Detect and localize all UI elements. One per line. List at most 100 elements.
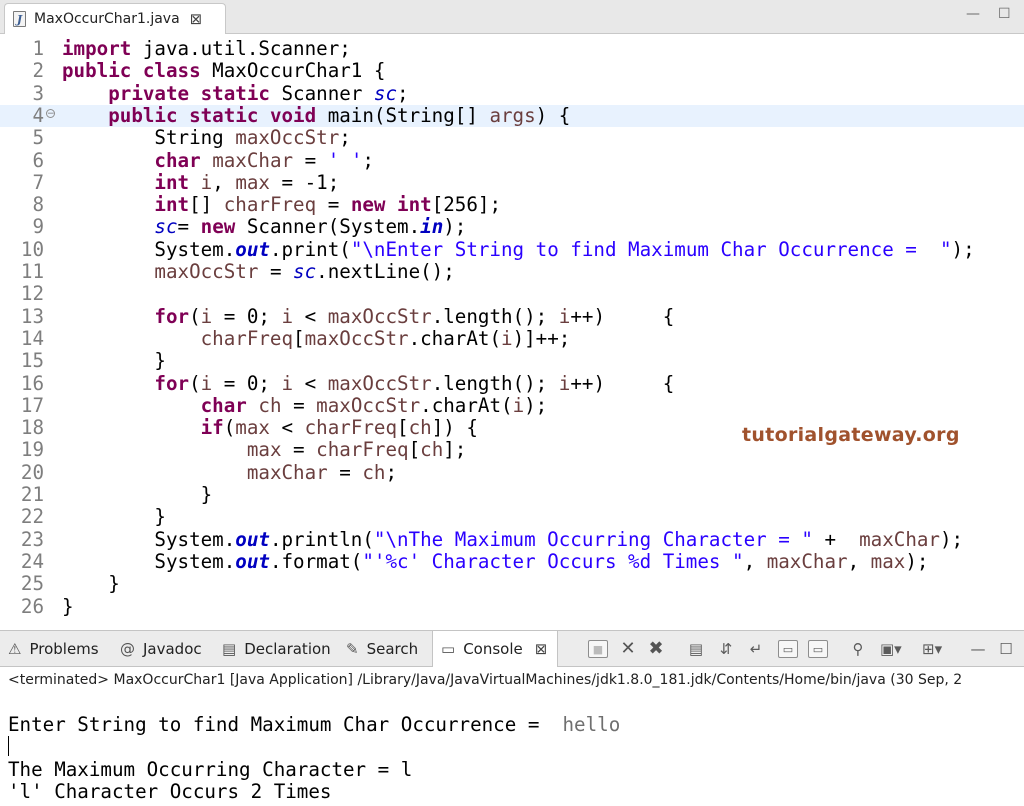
- code-line[interactable]: 6 char maxChar = ' ';: [0, 148, 1024, 172]
- code-line[interactable]: 15 }: [0, 349, 1024, 373]
- line-number: 12: [20, 282, 44, 306]
- collapse-fold-icon[interactable]: −: [46, 108, 55, 118]
- scroll-lock-icon[interactable]: ⇵: [716, 640, 736, 658]
- remove-launch-icon[interactable]: ✕: [618, 640, 638, 658]
- line-number: 15: [20, 349, 44, 373]
- code-line[interactable]: 12: [0, 282, 1024, 306]
- line-number: 17: [20, 393, 44, 417]
- console-icon: ▭: [441, 640, 456, 658]
- code-text: System.out.format("'%c' Character Occurs…: [62, 549, 929, 573]
- line-number: 8: [32, 193, 44, 217]
- code-text: maxOccStr = sc.nextLine();: [154, 260, 455, 283]
- line-number: 5: [32, 126, 44, 150]
- console-user-input: hello: [562, 713, 621, 736]
- line-number: 16: [20, 371, 44, 395]
- editor-tab-maxoccurchar1[interactable]: J MaxOccurChar1.java ⊠: [4, 3, 226, 34]
- show-console-stderr-icon[interactable]: ▭: [808, 640, 828, 658]
- line-number: 26: [20, 594, 44, 618]
- tab-javadoc[interactable]: @ Javadoc: [120, 631, 202, 667]
- code-text: System.out.print("\nEnter String to find…: [62, 237, 975, 261]
- code-line[interactable]: 3 private static Scanner sc;: [0, 81, 1024, 105]
- code-text: System.out.println("\nThe Maximum Occurr…: [62, 527, 964, 551]
- code-line[interactable]: 10 System.out.print("\nEnter String to f…: [0, 237, 1024, 261]
- show-console-stdout-icon[interactable]: ▭: [778, 640, 798, 658]
- code-text: }: [62, 572, 120, 596]
- code-line[interactable]: 7 int i, max = -1;: [0, 170, 1024, 194]
- line-number: 21: [20, 483, 44, 506]
- line-number: 20: [20, 460, 44, 484]
- console-prompt: Enter String to find Maximum Char Occurr…: [8, 713, 563, 736]
- code-line[interactable]: 20 maxChar = ch;: [0, 460, 1024, 484]
- javadoc-icon: @: [120, 640, 135, 658]
- code-line[interactable]: 25 }: [0, 572, 1024, 596]
- code-text: }: [62, 349, 166, 373]
- code-line[interactable]: 1 import java.util.Scanner;: [0, 37, 1024, 60]
- maximize-icon[interactable]: ☐: [998, 6, 1011, 22]
- declaration-icon: ▤: [222, 640, 237, 658]
- code-line[interactable]: 8 int[] charFreq = new int[256];: [0, 193, 1024, 217]
- line-number: 10: [20, 237, 44, 261]
- display-selected-console-icon[interactable]: ▣▾: [880, 640, 902, 658]
- code-text: }: [62, 483, 213, 506]
- code-line[interactable]: 13 for(i = 0; i < maxOccStr.length(); i+…: [0, 304, 1024, 328]
- tab-javadoc-label: Javadoc: [143, 640, 202, 658]
- code-text: }: [62, 505, 166, 529]
- code-line[interactable]: 24 System.out.format("'%c' Character Occ…: [0, 549, 1024, 573]
- tab-declaration-label: Declaration: [244, 640, 331, 658]
- code-line[interactable]: 23 System.out.println("\nThe Maximum Occ…: [0, 527, 1024, 551]
- search-flashlight-icon: ✎: [346, 640, 359, 658]
- open-console-icon[interactable]: ⊞▾: [922, 640, 942, 658]
- code-text: max = charFreq[ch];: [246, 438, 467, 462]
- pin-console-icon[interactable]: ⚲: [848, 640, 868, 658]
- word-wrap-icon[interactable]: ↵: [746, 640, 766, 658]
- line-number: 18: [20, 416, 44, 440]
- tab-problems-label: Problems: [29, 640, 99, 658]
- code-line[interactable]: 17 char ch = maxOccStr.charAt(i);: [0, 393, 1024, 417]
- code-text: if(max < charFreq[ch]) {: [200, 416, 478, 440]
- code-line[interactable]: 16 for(i = 0; i < maxOccStr.length(); i+…: [0, 371, 1024, 395]
- line-number: 14: [20, 326, 44, 350]
- minimize-icon[interactable]: —: [966, 6, 980, 22]
- console-output[interactable]: Enter String to find Maximum Char Occurr…: [0, 692, 1024, 806]
- code-editor[interactable]: 1 import java.util.Scanner; 2 public class …: [0, 34, 1024, 626]
- code-text: for(i = 0; i < maxOccStr.length(); i++) …: [154, 304, 675, 328]
- code-line[interactable]: 4− public static void main(String[] args…: [0, 104, 1024, 128]
- editor-tab-label: MaxOccurChar1.java: [34, 11, 180, 27]
- code-line[interactable]: 5 String maxOccStr;: [0, 126, 1024, 150]
- console-count-line: 'l' Character Occurs 2 Times: [8, 780, 332, 803]
- maximize-view-icon[interactable]: ☐: [996, 640, 1016, 658]
- remove-all-terminated-icon[interactable]: ✖: [646, 640, 666, 658]
- line-number: 3: [32, 81, 44, 105]
- line-number: 22: [20, 505, 44, 529]
- code-line[interactable]: 26}: [0, 594, 1024, 618]
- code-text: charFreq[maxOccStr.charAt(i)]++;: [200, 326, 571, 350]
- minimize-view-icon[interactable]: —: [968, 640, 988, 658]
- tab-search-label: Search: [366, 640, 419, 658]
- code-text: import java.util.Scanner;: [62, 37, 351, 60]
- code-line[interactable]: 22 }: [0, 505, 1024, 529]
- tab-problems[interactable]: ⚠ Problems: [8, 631, 99, 667]
- line-number: 23: [20, 527, 44, 551]
- code-line[interactable]: 2 public class MaxOccurChar1 {: [0, 59, 1024, 82]
- tab-console-label: Console: [463, 640, 523, 658]
- code-text: int i, max = -1;: [154, 170, 340, 194]
- code-line[interactable]: 21 }: [0, 483, 1024, 506]
- code-text: char ch = maxOccStr.charAt(i);: [200, 393, 548, 417]
- terminate-icon[interactable]: ■: [588, 640, 608, 658]
- code-line[interactable]: 11 maxOccStr = sc.nextLine();: [0, 260, 1024, 283]
- tab-console[interactable]: ▭ Console ⊠: [432, 631, 558, 667]
- code-text: int[] charFreq = new int[256];: [154, 193, 501, 217]
- tab-declaration[interactable]: ▤ Declaration: [222, 631, 331, 667]
- code-line[interactable]: 9 sc= new Scanner(System.in);: [0, 216, 1024, 239]
- code-line[interactable]: 14 charFreq[maxOccStr.charAt(i)]++;: [0, 326, 1024, 350]
- watermark-text: tutorialgateway.org: [742, 424, 960, 446]
- line-number: 6: [32, 148, 44, 172]
- close-console-icon[interactable]: ⊠: [535, 640, 548, 658]
- close-tab-icon[interactable]: ⊠: [190, 10, 203, 28]
- clear-console-icon[interactable]: ▤: [686, 640, 706, 658]
- editor-tab-bar: J MaxOccurChar1.java ⊠ — ☐: [0, 0, 1024, 34]
- console-process-status: <terminated> MaxOccurChar1 [Java Applica…: [8, 672, 963, 688]
- tab-search[interactable]: ✎ Search: [346, 631, 418, 667]
- code-text: }: [62, 594, 74, 618]
- console-result-line: The Maximum Occurring Character = l: [8, 758, 413, 781]
